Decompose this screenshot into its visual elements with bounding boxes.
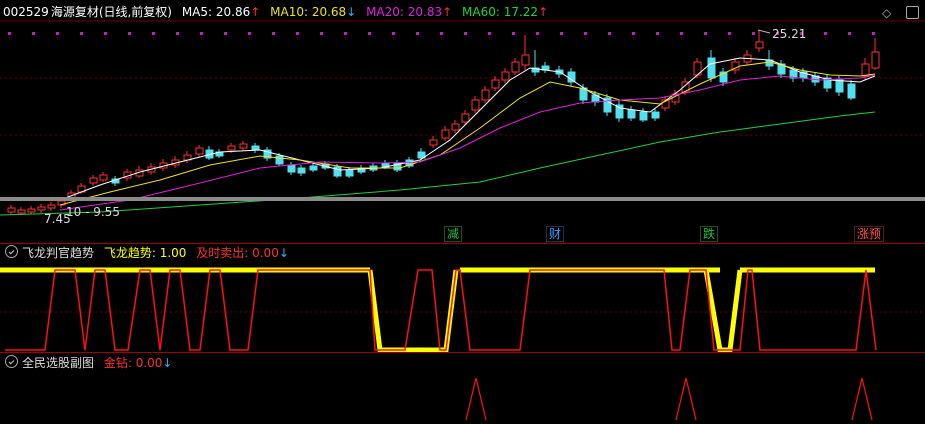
candle-body — [429, 139, 438, 146]
candle-body — [461, 113, 470, 123]
candle-body — [521, 54, 530, 66]
signal-dot — [728, 32, 731, 35]
sell-signal-line — [5, 269, 877, 351]
signal-dot — [584, 32, 587, 35]
candle-body — [37, 206, 46, 211]
signal-dot — [752, 32, 755, 35]
signal-tag-rise-warning: 涨预 — [854, 226, 885, 242]
panel-divider — [0, 243, 925, 244]
signal-dot — [608, 32, 611, 35]
signal-dot — [56, 32, 59, 35]
gold-diamond-peak — [465, 377, 487, 421]
candle-body — [441, 129, 450, 139]
candle-body — [451, 123, 460, 131]
high-price-pointer — [757, 29, 771, 34]
gear-icon[interactable] — [5, 245, 18, 258]
candle-body — [847, 83, 856, 99]
signal-dot — [8, 32, 11, 35]
candle-body — [471, 99, 480, 111]
signal-dot — [320, 32, 323, 35]
signal-dot — [488, 32, 491, 35]
signal-dot — [440, 32, 443, 35]
gold-diamond-peak — [675, 377, 697, 421]
gear-icon[interactable] — [5, 355, 18, 368]
candle-body — [567, 71, 576, 83]
candle-body — [239, 143, 248, 149]
signal-dot — [536, 32, 539, 35]
signal-dot — [80, 32, 83, 35]
candle-body — [17, 209, 26, 214]
indicator2-name[interactable]: 全民选股副图 — [22, 355, 94, 371]
trend-line-drop — [703, 269, 743, 353]
signal-dot — [368, 32, 371, 35]
signal-dot — [104, 32, 107, 35]
signal-tag-fall: 跌 — [700, 226, 719, 242]
signal-tag-finance: 财 — [546, 226, 565, 242]
signal-dot — [272, 32, 275, 35]
indicator2-header: 全民选股副图 金钻: 0.00↓ — [2, 355, 178, 371]
candle-body — [755, 41, 764, 49]
signal-dot — [176, 32, 179, 35]
signal-dot — [152, 32, 155, 35]
range-label: 10 - 9.55 — [66, 205, 120, 219]
candle-body — [481, 89, 490, 101]
panel-divider — [0, 352, 925, 353]
ma20-line — [59, 74, 876, 211]
signal-dot — [200, 32, 203, 35]
signal-dot — [512, 32, 515, 35]
candle-body — [99, 174, 108, 181]
candle-body — [835, 79, 844, 93]
candle-body — [651, 111, 660, 119]
signal-dot — [32, 32, 35, 35]
gold-diamond-value: 金钻: 0.00↓ — [103, 356, 173, 370]
candle-body — [27, 208, 36, 213]
candle-body — [707, 57, 716, 79]
high-price-label: 25.21 — [772, 27, 806, 41]
signal-dot — [632, 32, 635, 35]
signal-dot — [560, 32, 563, 35]
ma5-line — [59, 57, 876, 201]
candle-body — [871, 51, 880, 69]
candle-body — [227, 145, 236, 151]
indicator1-header: 飞龙判官趋势 飞龙趋势: 1.00 及时卖出: 0.00↓ — [2, 245, 295, 261]
candle-body — [47, 204, 56, 209]
chart-scrollbar[interactable] — [0, 197, 925, 201]
candle-body — [89, 177, 98, 184]
candle-body — [345, 169, 354, 177]
signal-dot — [128, 32, 131, 35]
candle-body — [7, 207, 16, 213]
signal-dot — [680, 32, 683, 35]
candle-body — [195, 147, 204, 155]
candle-body — [491, 79, 500, 89]
signal-dot — [224, 32, 227, 35]
candle-body — [501, 71, 510, 81]
candle-body — [297, 167, 306, 174]
signal-dot — [656, 32, 659, 35]
gold-diamond-peak — [851, 377, 873, 421]
signal-dot — [296, 32, 299, 35]
candle-body — [511, 61, 520, 73]
signal-dot — [824, 32, 827, 35]
signal-dot — [416, 32, 419, 35]
sell-value: 及时卖出: 0.00↓ — [196, 246, 289, 260]
candle-body — [275, 155, 284, 165]
candle-body — [627, 109, 636, 119]
signal-dot — [872, 32, 875, 35]
indicator1-name[interactable]: 飞龙判官趋势 — [22, 245, 94, 261]
candle-body — [861, 63, 870, 77]
trend-line-drop — [367, 269, 459, 353]
signal-tag-reduce: 减 — [444, 226, 463, 242]
trend-value: 飞龙趋势: 1.00 — [103, 246, 187, 260]
signal-dot — [464, 32, 467, 35]
candle-body — [287, 164, 296, 173]
candle-body — [309, 165, 318, 171]
signal-dot — [344, 32, 347, 35]
candle-body — [639, 111, 648, 121]
signal-dot — [392, 32, 395, 35]
signal-dot — [848, 32, 851, 35]
signal-dot — [248, 32, 251, 35]
signal-dot — [704, 32, 707, 35]
candle-body — [251, 145, 260, 151]
